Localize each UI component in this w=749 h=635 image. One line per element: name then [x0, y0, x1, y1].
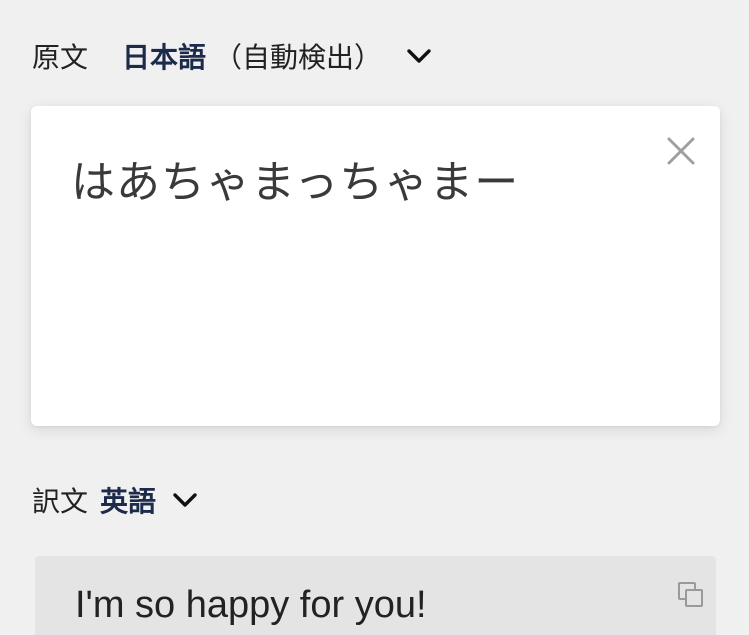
target-label: 訳文	[32, 485, 89, 518]
source-text-card[interactable]: はあちゃまっちゃまー	[31, 106, 720, 426]
source-text-input[interactable]: はあちゃまっちゃまー	[71, 146, 519, 210]
translation-text: I'm so happy for you!	[75, 584, 427, 626]
copy-icon[interactable]	[676, 580, 706, 610]
translation-result-card: I'm so happy for you!	[35, 556, 716, 635]
source-label: 原文	[32, 41, 89, 74]
target-language-header: 訳文 英語	[32, 480, 200, 520]
auto-detect-note[interactable]: （自動検出）	[214, 36, 382, 76]
target-language-name[interactable]: 英語	[100, 480, 156, 520]
close-icon[interactable]	[664, 134, 698, 168]
chevron-down-icon[interactable]	[404, 41, 434, 71]
chevron-down-icon[interactable]	[170, 485, 200, 515]
source-language-header: 原文 日本語 （自動検出）	[32, 36, 434, 76]
translator-screen: 原文 日本語 （自動検出） はあちゃまっちゃまー 訳文 英語 I'm so ha…	[0, 0, 749, 635]
source-language-name[interactable]: 日本語	[122, 36, 206, 76]
